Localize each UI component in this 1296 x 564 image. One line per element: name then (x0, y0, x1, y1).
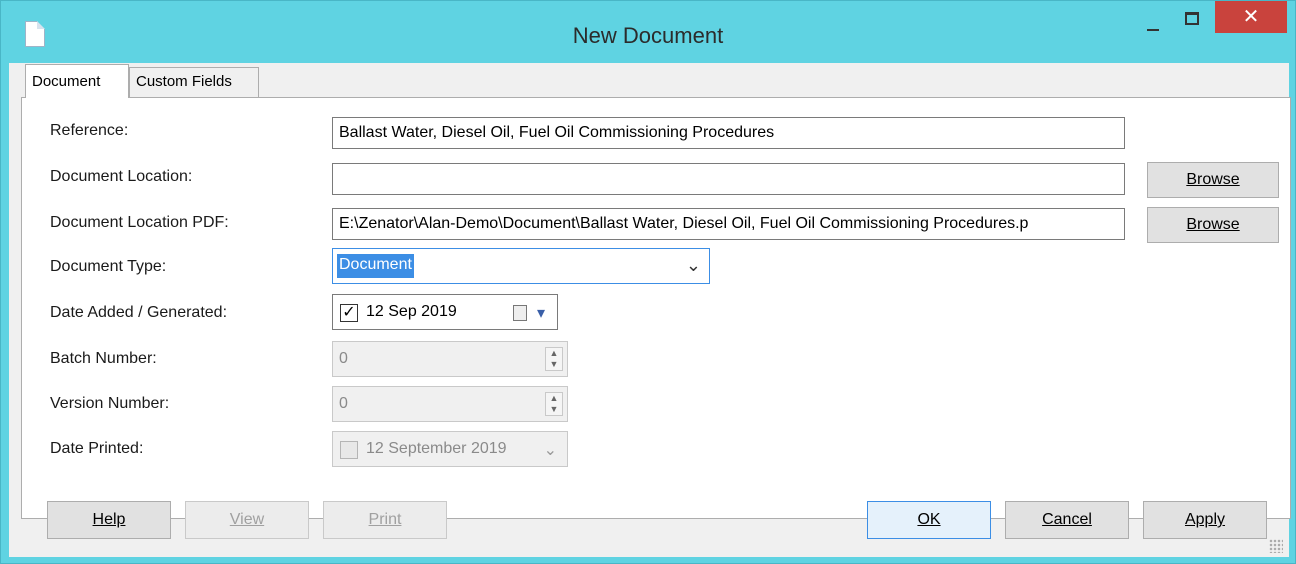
browse-label: Browse (1186, 216, 1240, 233)
minimize-icon (1147, 29, 1159, 31)
title-bar[interactable]: New Document ✕ (1, 1, 1295, 71)
date-added-label: Date Added / Generated: (50, 304, 228, 321)
browse-document-location-button[interactable]: Browse (1147, 162, 1279, 198)
version-number-label: Version Number: (50, 395, 170, 412)
date-printed-label: Date Printed: (50, 440, 144, 457)
document-type-select[interactable]: Document ⌄ (332, 248, 710, 284)
apply-button[interactable]: Apply (1143, 501, 1267, 539)
document-type-value: Document (337, 254, 414, 278)
calendar-icon[interactable] (513, 305, 527, 321)
version-number-stepper[interactable]: 0 ▲ ▼ (332, 386, 568, 422)
batch-number-value: 0 (339, 350, 348, 367)
chevron-down-icon[interactable]: ⌄ (544, 440, 557, 460)
document-tab-panel: Reference: Ballast Water, Diesel Oil, Fu… (21, 97, 1291, 519)
maximize-button[interactable] (1181, 9, 1211, 39)
new-document-window: New Document ✕ Document Custom Fields Re… (0, 0, 1296, 564)
calendar-dropdown-icon[interactable]: ▾ (537, 303, 545, 323)
document-location-label: Document Location: (50, 168, 193, 185)
chevron-down-icon[interactable]: ⌄ (686, 255, 701, 276)
version-number-value: 0 (339, 395, 348, 412)
ok-label: OK (917, 511, 941, 528)
print-button[interactable]: Print (323, 501, 447, 539)
view-button[interactable]: View (185, 501, 309, 539)
batch-number-label: Batch Number: (50, 350, 157, 367)
tab-custom-fields-label: Custom Fields (136, 73, 232, 90)
window-title: New Document (572, 23, 724, 48)
reference-input[interactable]: Ballast Water, Diesel Oil, Fuel Oil Comm… (332, 117, 1125, 149)
spin-arrows-icon[interactable]: ▲ ▼ (545, 392, 563, 416)
date-added-checkbox[interactable]: ✓ (340, 304, 358, 322)
browse-document-location-pdf-button[interactable]: Browse (1147, 207, 1279, 243)
browse-label: Browse (1186, 171, 1240, 188)
help-label: Help (92, 511, 126, 528)
help-button[interactable]: Help (47, 501, 171, 539)
maximize-icon (1185, 12, 1199, 25)
cancel-button[interactable]: Cancel (1005, 501, 1129, 539)
cancel-label: Cancel (1042, 511, 1092, 528)
date-added-picker[interactable]: ✓ 12 Sep 2019 ▾ (332, 294, 558, 330)
date-printed-picker[interactable]: 12 September 2019 ⌄ (332, 431, 568, 467)
tab-document-label: Document (32, 73, 101, 90)
dialog-client-area: Document Custom Fields Reference: Ballas… (9, 63, 1291, 557)
date-printed-checkbox[interactable] (340, 441, 358, 459)
document-location-pdf-label: Document Location PDF: (50, 214, 229, 231)
minimize-button[interactable] (1141, 9, 1171, 39)
view-label: View (229, 511, 265, 528)
close-icon: ✕ (1242, 6, 1260, 28)
spin-arrows-icon[interactable]: ▲ ▼ (545, 347, 563, 371)
resize-grip-icon[interactable] (1269, 539, 1283, 553)
ok-button[interactable]: OK (867, 501, 991, 539)
date-added-value: 12 Sep 2019 (366, 303, 457, 320)
tab-custom-fields[interactable]: Custom Fields (129, 67, 259, 97)
batch-number-stepper[interactable]: 0 ▲ ▼ (332, 341, 568, 377)
document-location-input[interactable] (332, 163, 1125, 195)
document-location-pdf-input[interactable]: E:\Zenator\Alan-Demo\Document\Ballast Wa… (332, 208, 1125, 240)
reference-label: Reference: (50, 122, 129, 139)
apply-label: Apply (1184, 511, 1226, 528)
print-label: Print (368, 511, 402, 528)
close-button[interactable]: ✕ (1215, 1, 1287, 33)
date-printed-value: 12 September 2019 (366, 440, 507, 457)
document-type-label: Document Type: (50, 258, 167, 275)
tab-document[interactable]: Document (25, 64, 129, 98)
